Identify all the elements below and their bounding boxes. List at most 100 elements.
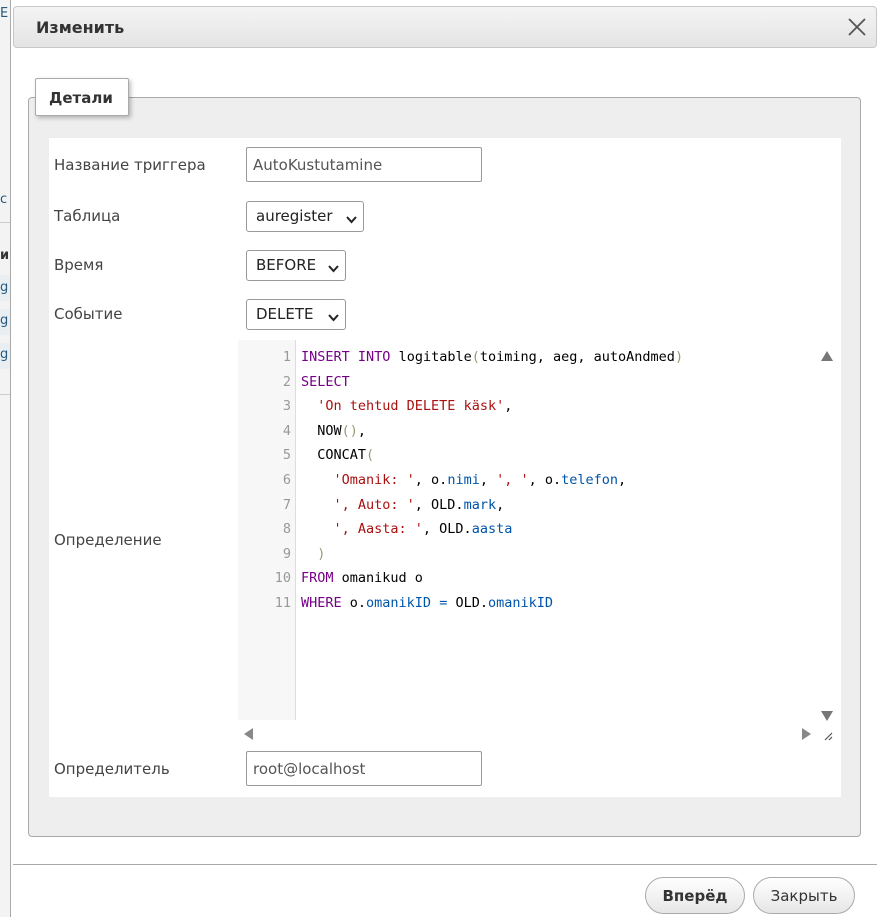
chevron-down-icon [328,309,339,322]
code-line: 1 INSERT INTO logitable(toiming, aeg, aut… [238,345,818,369]
line-number: 7 [282,496,291,513]
trigger-name-label: Название триггера [54,156,206,174]
background-text: и [0,248,10,263]
code-token: omanikID [487,595,554,611]
time-select-value: BEFORE [256,256,317,274]
resize-handle-icon[interactable] [823,726,833,741]
code-token: ', Aasta: ' [333,521,423,538]
code-token: mark [463,496,497,513]
code-token: logitable [390,349,472,365]
code-token: , OLD. [414,496,464,513]
line-number: 9 [282,545,291,562]
code-token: 'Omanik: ' [333,472,415,488]
horizontal-scrollbar[interactable] [238,720,818,740]
definer-label: Определитель [54,760,170,778]
code-text: ', Auto: ', OLD.mark, [301,493,505,517]
code-token: ) [674,349,684,365]
code-token: NOW [301,422,342,439]
line-number: 3 [282,398,291,415]
table-label: Таблица [54,207,121,225]
go-button[interactable]: Вперёд [645,877,745,914]
code-token: , o. [414,472,448,488]
background-text: c [0,192,8,207]
scroll-down-arrow-icon[interactable] [821,706,833,725]
code-text: 'On tehtud DELETE käsk', [301,394,512,418]
code-token: , [618,472,627,488]
code-text: SELECT [301,370,350,394]
code-token: , [504,398,513,415]
code-token: ( [471,349,480,365]
background-text: g [0,313,9,328]
background-divider [0,394,10,395]
vertical-scrollbar[interactable] [818,340,836,721]
code-text: 'Omanik: ', o.nimi, ', ', o.telefon, [301,468,627,492]
code-token: , [496,496,505,513]
code-text: FROM omanikud o [301,566,423,590]
line-number: 10 [274,570,291,587]
line-number: 1 [282,349,291,365]
code-text: NOW(), [301,419,366,443]
definition-code-editor[interactable]: 1 INSERT INTO logitable(toiming, aeg, aut… [238,340,836,741]
table-select-value: auregister [256,207,333,225]
code-line: 9 ) [238,542,818,566]
code-line: 6 'Omanik: ', o.nimi, ', ', o.telefon, [238,468,818,492]
code-token: INTO [357,349,391,365]
code-token: nimi [447,472,480,488]
code-token: 'On tehtud DELETE käsk' [317,398,505,415]
edit-trigger-dialog: Изменить Детали Название триггера Таблиц… [10,0,879,917]
line-number: 8 [282,521,291,538]
code-token: , OLD. [422,521,472,538]
trigger-name-input[interactable] [246,147,482,182]
code-line: 8 ', Aasta: ', OLD.aasta [238,517,818,541]
code-line: 5 CONCAT( [238,443,818,467]
code-line: 4 NOW(), [238,419,818,443]
background-divider [0,222,10,223]
event-select-value: DELETE [256,305,314,323]
scroll-up-arrow-icon[interactable] [821,346,833,365]
scroll-right-arrow-icon[interactable] [802,725,811,744]
code-line: 3 'On tehtud DELETE käsk', [238,394,818,418]
details-tab[interactable]: Детали [35,78,129,116]
code-token: , [357,422,367,439]
code-token: telefon [561,472,619,488]
code-line: 2 SELECT [238,370,818,394]
footer-divider [13,864,877,865]
time-select[interactable]: BEFORE [246,250,346,281]
time-label: Время [54,256,104,274]
definer-input[interactable] [246,751,482,786]
background-page: E c и g g g [0,0,10,917]
code-token: , o. [528,472,562,488]
dialog-titlebar[interactable]: Изменить [13,6,877,48]
chevron-down-icon [346,211,357,224]
code-line: 10 FROM omanikud o [238,566,818,590]
code-token: INSERT [301,349,350,365]
definition-label: Определение [54,531,162,549]
code-token: SELECT [301,373,350,390]
scroll-left-arrow-icon[interactable] [244,725,253,744]
code-token: omanikID [366,595,432,611]
event-label: Событие [54,305,123,323]
code-token: omanikud o [333,570,423,587]
code-token: aasta [471,521,513,538]
code-line: 11 WHERE o.omanikID = OLD.omanikID [238,591,818,615]
event-select[interactable]: DELETE [246,299,346,330]
line-number: 4 [282,422,291,439]
line-number: 2 [282,373,291,390]
background-text: g [0,280,9,295]
code-text: CONCAT( [301,443,374,467]
code-token: WHERE [301,595,342,611]
code-token: toiming, aeg, autoAndmed [479,349,675,365]
close-icon[interactable] [846,16,868,38]
close-button[interactable]: Закрыть [753,877,855,914]
line-number: 5 [282,447,291,464]
code-token: ) [317,545,326,562]
code-token: OLD. [447,595,488,611]
code-text: ) [301,542,325,566]
dialog-title: Изменить [36,18,125,37]
background-text: E [0,6,9,21]
table-select[interactable]: auregister [246,201,364,232]
